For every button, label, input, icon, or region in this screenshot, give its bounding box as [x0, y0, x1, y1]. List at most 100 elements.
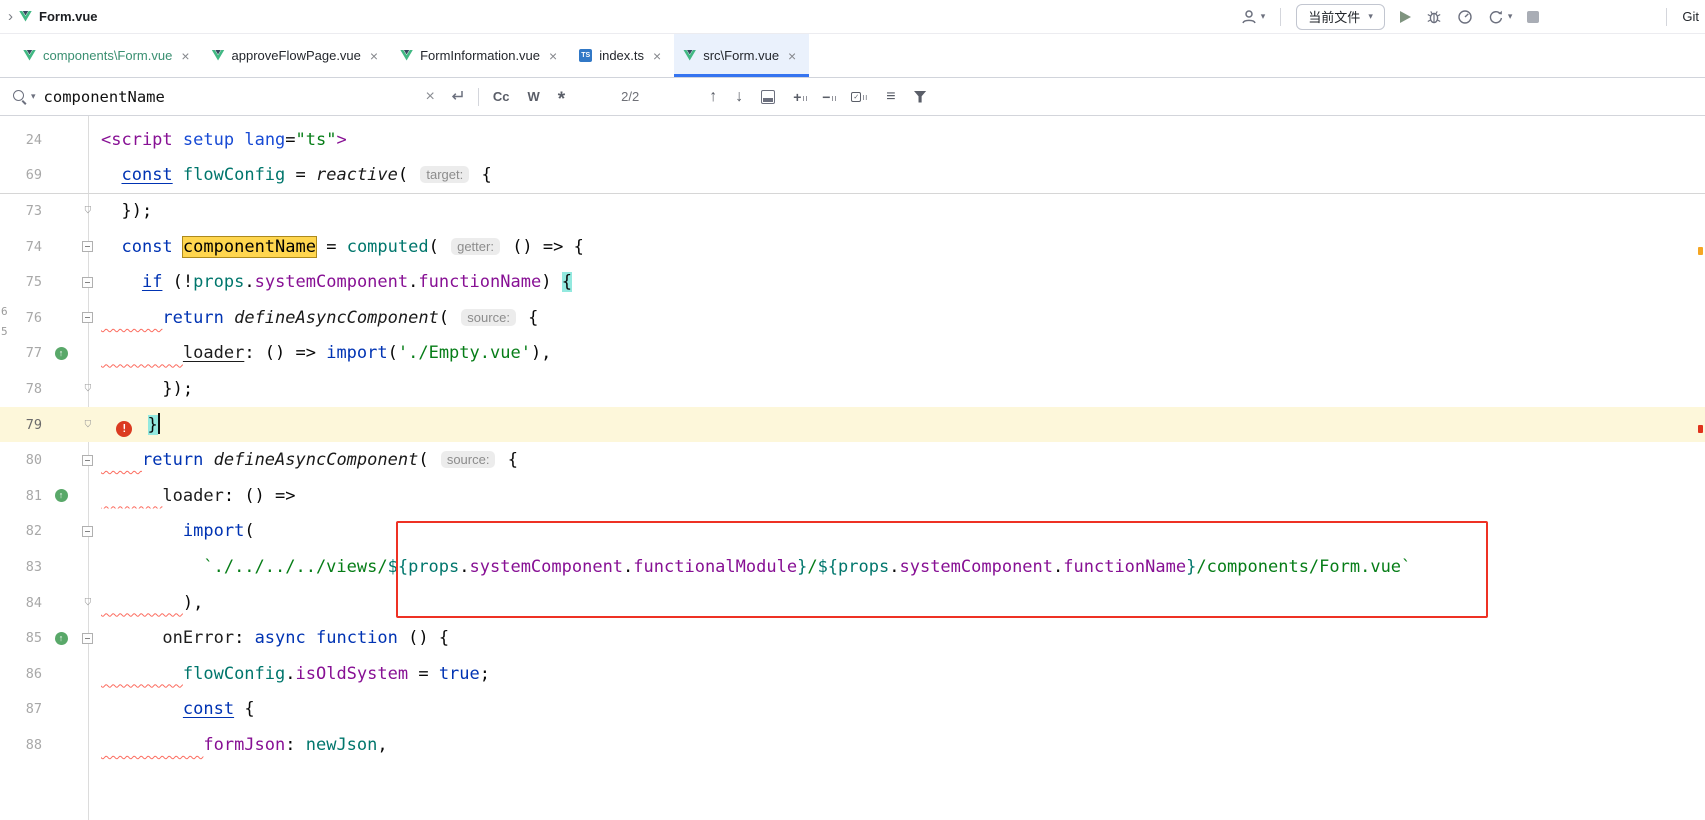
match-count: 2/2: [595, 89, 665, 104]
code-line-85[interactable]: 85↑ onError: async function () {: [0, 620, 1705, 656]
title-bar-actions: ▾ 当前文件 ▾: [1241, 0, 1705, 33]
editor-tab[interactable]: src\Form.vue×: [674, 34, 809, 77]
line-number: 88: [0, 737, 48, 753]
search-history-chevron-icon[interactable]: ▾: [31, 91, 36, 102]
vue-icon: [23, 50, 36, 62]
add-occurrence-button[interactable]: +II: [793, 91, 808, 103]
bug-icon: [1426, 9, 1442, 25]
function-marker-icon[interactable]: ↑: [48, 489, 74, 502]
vue-icon: [19, 11, 32, 23]
code-line-81[interactable]: 81↑ loader: () =>: [0, 478, 1705, 514]
stop-button[interactable]: [1527, 11, 1539, 23]
run-configuration-button[interactable]: 当前文件 ▾: [1296, 4, 1385, 30]
search-filter-icon[interactable]: [914, 91, 927, 103]
line-number: 75: [0, 274, 48, 290]
parameter-hint: source:: [441, 451, 496, 468]
profiler-button[interactable]: [1457, 9, 1473, 25]
code-text: ! }: [101, 413, 160, 437]
divider: [478, 88, 479, 106]
code-line-88[interactable]: 88 formJson: newJson,: [0, 727, 1705, 763]
title-bar: › Form.vue ▾ 当前文件 ▾: [0, 0, 1705, 34]
exclude-occurrence-button[interactable]: −II: [822, 91, 837, 103]
match-case-toggle[interactable]: Cc: [493, 89, 510, 104]
fold-marker-icon[interactable]: [74, 526, 101, 537]
code-line-86[interactable]: 86 flowConfig.isOldSystem = true;: [0, 656, 1705, 692]
code-line-78[interactable]: 78⌂ });: [0, 371, 1705, 407]
editor-tab[interactable]: components\Form.vue×: [14, 34, 203, 77]
fold-marker-icon[interactable]: [74, 633, 101, 644]
code-line-84[interactable]: 84⌂ ),: [0, 585, 1705, 621]
code-text: return defineAsyncComponent( source: {: [101, 308, 538, 328]
code-line-24[interactable]: 24<script setup lang="ts">: [0, 122, 1705, 158]
close-tab-icon[interactable]: ×: [179, 48, 191, 64]
code-line-79[interactable]: 79⌂ ! }: [0, 407, 1705, 443]
line-number: 81: [0, 488, 48, 504]
tab-bar: components\Form.vue× approveFlowPage.vue ×…: [0, 34, 1705, 78]
function-marker-icon[interactable]: ↑: [48, 347, 74, 360]
fold-marker-icon[interactable]: [74, 312, 101, 323]
search-match: componentName: [183, 237, 316, 257]
code-line-82[interactable]: 82 import(: [0, 514, 1705, 550]
editor-tab[interactable]: FormInformation.vue×: [391, 34, 570, 77]
code-text: formJson: newJson,: [101, 735, 388, 755]
close-tab-icon[interactable]: ×: [368, 48, 380, 64]
whole-words-toggle[interactable]: W: [528, 89, 540, 104]
editor-tab[interactable]: TSindex.ts×: [570, 34, 674, 77]
vue-icon: [400, 50, 413, 62]
show-results-icon[interactable]: ≡: [886, 88, 895, 106]
run-button[interactable]: [1400, 11, 1411, 23]
scrollbar-match-mark[interactable]: [1698, 247, 1703, 255]
code-text: });: [101, 379, 193, 399]
close-tab-icon[interactable]: ×: [786, 48, 798, 64]
git-widget[interactable]: Git: [1682, 9, 1699, 24]
close-tab-icon[interactable]: ×: [547, 48, 559, 64]
fold-marker-icon[interactable]: [74, 241, 101, 252]
vue-icon: [212, 50, 225, 62]
next-occurrence-button[interactable]: ↓: [735, 88, 743, 106]
code-line-87[interactable]: 87 const {: [0, 692, 1705, 728]
fold-marker-icon[interactable]: ⌂: [74, 596, 101, 609]
fold-marker-icon[interactable]: ⌂: [74, 382, 101, 395]
function-marker-icon[interactable]: ↑: [48, 632, 74, 645]
search-input[interactable]: [44, 88, 426, 106]
clear-search-icon[interactable]: ×: [426, 88, 435, 106]
chevron-down-icon: ▾: [1368, 11, 1373, 22]
new-line-button[interactable]: [449, 90, 464, 103]
code-line-75[interactable]: 75 if (!props.systemComponent.functionNa…: [0, 264, 1705, 300]
line-number: 77: [0, 345, 48, 361]
code-line-77[interactable]: 77↑ loader: () => import('./Empty.vue'),: [0, 336, 1705, 372]
fold-marker-icon[interactable]: ⌂: [74, 418, 101, 431]
tab-label: approveFlowPage.vue: [232, 48, 361, 63]
close-tab-icon[interactable]: ×: [651, 48, 663, 64]
search-icon[interactable]: [12, 89, 28, 105]
regex-toggle[interactable]: *: [558, 95, 565, 105]
debug-button[interactable]: [1426, 9, 1442, 25]
code-line-80[interactable]: 80 return defineAsyncComponent( source: …: [0, 442, 1705, 478]
code-line-76[interactable]: 76 return defineAsyncComponent( source: …: [0, 300, 1705, 336]
code-line-74[interactable]: 74 const componentName = computed( gette…: [0, 229, 1705, 265]
editor-tab[interactable]: approveFlowPage.vue ×: [203, 34, 392, 77]
fold-marker-icon[interactable]: [74, 455, 101, 466]
fold-marker-icon[interactable]: [74, 277, 101, 288]
code-text: `./../../../views/${props.systemComponen…: [101, 557, 1411, 577]
line-number: 82: [0, 523, 48, 539]
code-line-83[interactable]: 83 `./../../../views/${props.systemCompo…: [0, 549, 1705, 585]
scrollbar-error-mark[interactable]: [1698, 425, 1703, 433]
parameter-hint: source:: [461, 309, 516, 326]
previous-occurrence-button[interactable]: ↑: [709, 88, 717, 106]
parameter-hint: getter:: [451, 238, 500, 255]
fold-marker-icon[interactable]: ⌂: [74, 204, 101, 217]
code-text: return defineAsyncComponent( source: {: [101, 450, 518, 470]
code-line-69[interactable]: 69 const flowConfig = reactive( target: …: [0, 158, 1705, 194]
code-text: const componentName = computed( getter: …: [101, 237, 584, 257]
line-number: 85: [0, 630, 48, 646]
code-line-73[interactable]: 73⌂ });: [0, 193, 1705, 229]
code-editor[interactable]: 24<script setup lang="ts">69 const flowC…: [0, 116, 1705, 820]
open-results-in-new-window-icon[interactable]: [761, 90, 775, 104]
user-account-button[interactable]: ▾: [1241, 9, 1266, 25]
run-history-button[interactable]: ▾: [1488, 9, 1513, 25]
code-text: if (!props.systemComponent.functionName)…: [101, 272, 572, 292]
code-text: loader: () => import('./Empty.vue'),: [101, 343, 551, 363]
checkbox-icon: ✓: [851, 92, 861, 102]
select-all-occurrences-button[interactable]: ✓II: [851, 92, 868, 102]
